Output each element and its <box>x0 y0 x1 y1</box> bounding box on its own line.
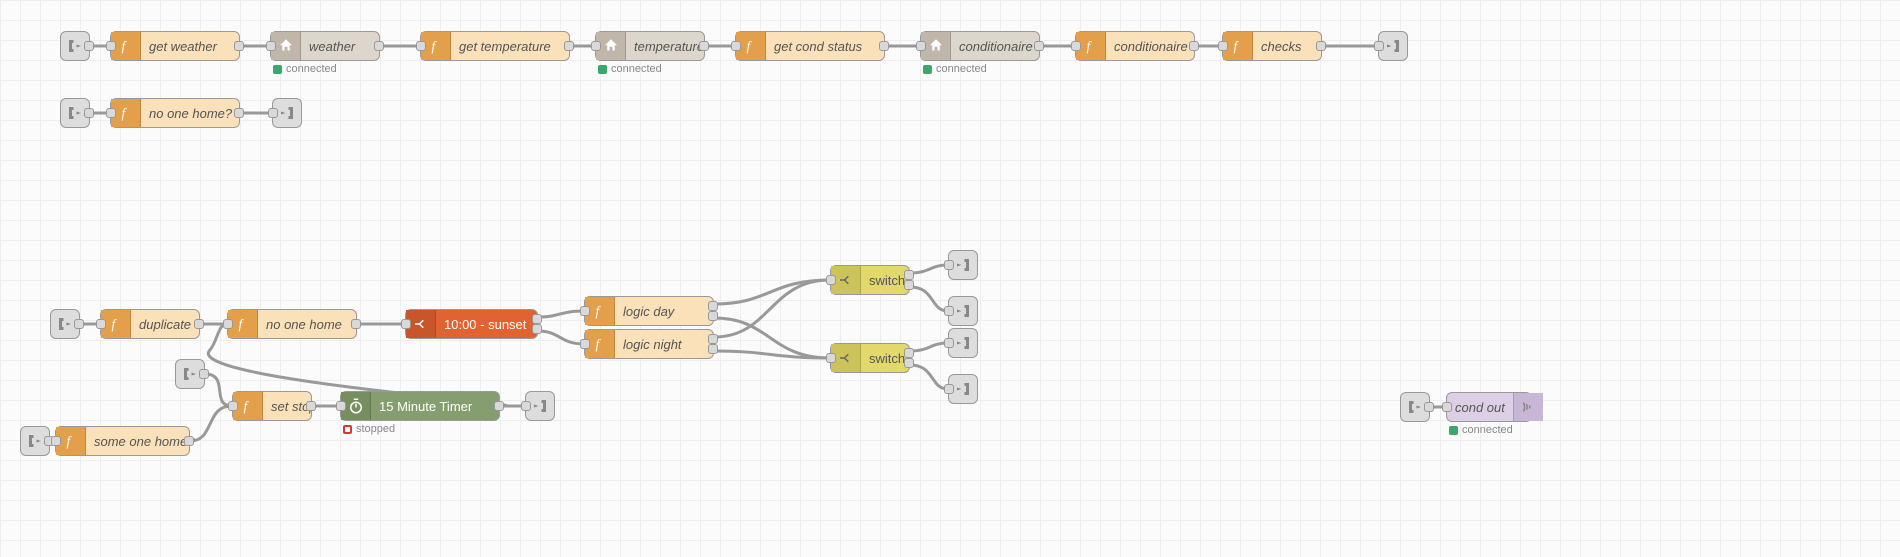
link-in-icon <box>26 432 44 450</box>
link-out-icon <box>278 104 296 122</box>
status-dot <box>598 65 607 74</box>
svg-text:f: f <box>431 39 437 54</box>
function-node-logic-night[interactable]: f logic night <box>584 329 714 359</box>
status-dot <box>1449 426 1458 435</box>
status-dot <box>273 65 282 74</box>
entity-node-temperature[interactable]: temperature connected <box>595 31 705 61</box>
function-node-get-temperature[interactable]: f get temperature <box>420 31 570 61</box>
svg-text:f: f <box>121 39 127 54</box>
svg-text:f: f <box>746 39 752 54</box>
switch-node-2[interactable]: switch <box>830 343 910 373</box>
link-in-node[interactable] <box>60 98 90 128</box>
status-text: stopped <box>356 423 395 435</box>
status-badge: stopped <box>343 423 395 435</box>
node-label: no one home <box>258 310 356 338</box>
function-node-get-cond-status[interactable]: f get cond status <box>735 31 885 61</box>
link-out-node[interactable] <box>272 98 302 128</box>
flow-canvas[interactable]: f get weather weather connected f get te… <box>0 0 1900 557</box>
function-node-logic-day[interactable]: f logic day <box>584 296 714 326</box>
svg-text:f: f <box>1233 39 1239 54</box>
node-label: weather <box>301 32 379 60</box>
function-node-get-weather[interactable]: f get weather <box>110 31 240 61</box>
status-text: connected <box>611 63 662 75</box>
svg-text:f: f <box>66 434 72 449</box>
function-node-no-one-home[interactable]: f no one home <box>227 309 357 339</box>
link-out-node[interactable] <box>525 391 555 421</box>
function-node-set-stop[interactable]: f set stop <box>232 391 312 421</box>
node-label: logic night <box>615 330 713 358</box>
wifi-icon <box>1513 393 1543 421</box>
link-out-icon <box>954 334 972 352</box>
entity-node-conditionaire[interactable]: conditionaire connected <box>920 31 1040 61</box>
status-text: connected <box>1462 424 1513 436</box>
function-node-checks[interactable]: f checks <box>1222 31 1322 61</box>
status-text: connected <box>936 63 987 75</box>
link-out-node[interactable] <box>1378 31 1408 61</box>
svg-text:f: f <box>595 337 601 352</box>
svg-text:f: f <box>238 317 244 332</box>
link-in-icon <box>66 104 84 122</box>
status-badge: connected <box>1449 424 1513 436</box>
node-label: get temperature <box>451 32 569 60</box>
svg-text:f: f <box>1086 39 1092 54</box>
node-label: logic day <box>615 297 713 325</box>
link-out-node[interactable] <box>948 328 978 358</box>
switch-node-ten-sunset[interactable]: 10:00 - sunset <box>405 309 538 339</box>
link-out-node[interactable] <box>948 374 978 404</box>
link-out-icon <box>954 380 972 398</box>
status-badge: connected <box>923 63 987 75</box>
link-out-icon <box>531 397 549 415</box>
node-label: get cond status <box>766 32 884 60</box>
link-in-icon <box>181 365 199 383</box>
node-label: conditionaire <box>951 32 1041 60</box>
status-dot <box>343 425 352 434</box>
timer-node[interactable]: 15 Minute Timer stopped <box>340 391 500 421</box>
svg-text:f: f <box>243 399 249 414</box>
node-label: get weather <box>141 32 239 60</box>
node-label: no one home? <box>141 99 240 127</box>
svg-text:f: f <box>111 317 117 332</box>
node-label: 10:00 - sunset <box>436 310 537 338</box>
node-label: conditionaire <box>1106 32 1196 60</box>
link-out-icon <box>1384 37 1402 55</box>
function-node-duplicate[interactable]: f duplicate <box>100 309 200 339</box>
node-label: checks <box>1253 32 1321 60</box>
link-out-node[interactable] <box>948 250 978 280</box>
link-in-node[interactable] <box>50 309 80 339</box>
function-node-conditionaire[interactable]: f conditionaire <box>1075 31 1195 61</box>
svg-text:f: f <box>121 106 127 121</box>
link-in-icon <box>56 315 74 333</box>
status-text: connected <box>286 63 337 75</box>
link-in-node[interactable] <box>60 31 90 61</box>
link-out-icon <box>954 256 972 274</box>
link-in-node[interactable] <box>1400 392 1430 422</box>
link-in-node[interactable] <box>175 359 205 389</box>
function-node-no-one-home-q[interactable]: f no one home? <box>110 98 240 128</box>
entity-node-weather[interactable]: weather connected <box>270 31 380 61</box>
function-node-some-one-home-q[interactable]: f some one home? <box>55 426 190 456</box>
link-in-icon <box>66 37 84 55</box>
svg-text:f: f <box>595 304 601 319</box>
link-in-node[interactable] <box>20 426 50 456</box>
status-badge: connected <box>598 63 662 75</box>
status-dot <box>923 65 932 74</box>
status-badge: connected <box>273 63 337 75</box>
link-out-icon <box>954 302 972 320</box>
link-in-icon <box>1406 398 1424 416</box>
node-label: 15 Minute Timer <box>371 392 499 420</box>
link-out-node[interactable] <box>948 296 978 326</box>
switch-node-1[interactable]: switch <box>830 265 910 295</box>
node-label: cond out <box>1447 393 1513 421</box>
node-label: duplicate <box>131 310 199 338</box>
link-out-node-cond-out[interactable]: cond out connected <box>1446 392 1532 422</box>
